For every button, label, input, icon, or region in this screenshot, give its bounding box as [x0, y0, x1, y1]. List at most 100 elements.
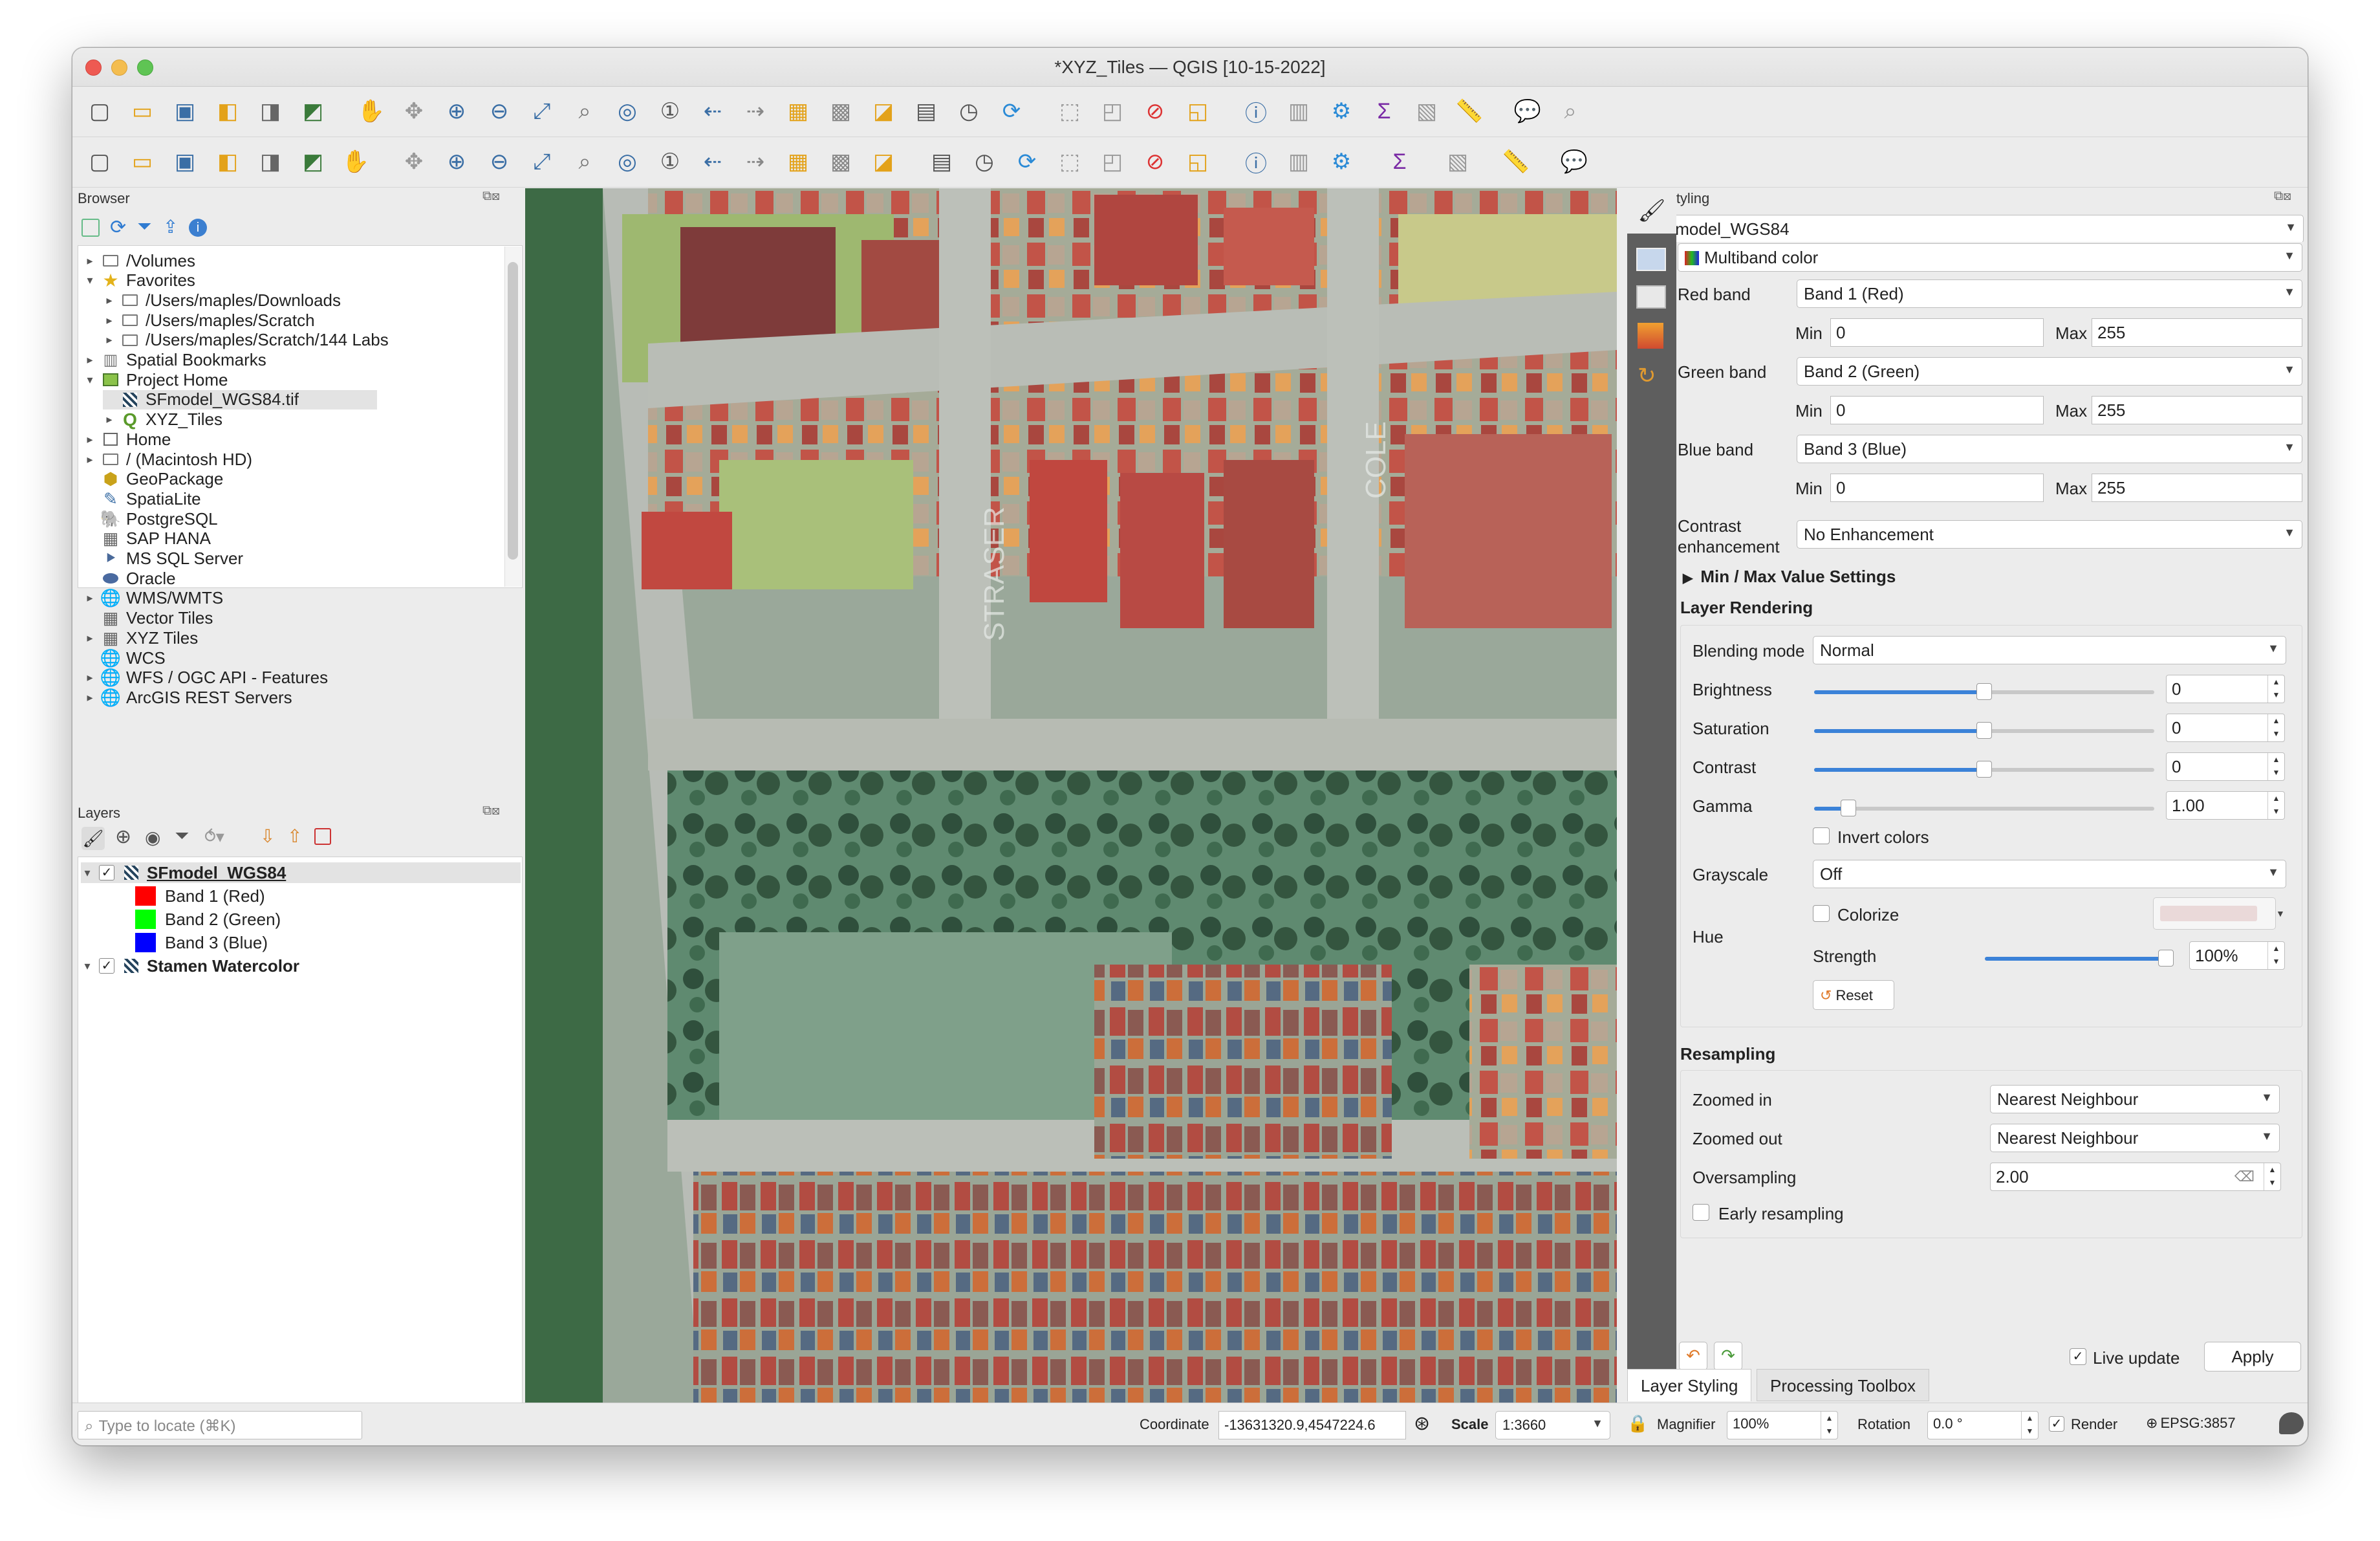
- green-min-input[interactable]: 0: [1830, 396, 2044, 424]
- zoom-native-icon[interactable]: ①: [653, 94, 687, 128]
- expand-arrow-icon[interactable]: ▸: [83, 433, 96, 446]
- zoom-out-icon[interactable]: ⊖: [482, 94, 516, 128]
- layer-selector[interactable]: SFmodel_WGS84 ▼: [1627, 215, 2304, 243]
- strength-slider-handle[interactable]: [2158, 950, 2174, 967]
- spin-arrows-icon[interactable]: ▲ ▼: [2264, 1163, 2280, 1190]
- layer-styling-controls[interactable]: ⧉⊠: [2274, 189, 2291, 204]
- collapse-arrow-icon[interactable]: ▾: [81, 866, 94, 880]
- digitize-icon[interactable]: ✥: [397, 145, 431, 179]
- add-layer-icon[interactable]: ▢: [83, 145, 116, 179]
- style-manager-icon[interactable]: ◩: [296, 94, 330, 128]
- remove-layer-icon[interactable]: [314, 828, 331, 845]
- gamma-slider[interactable]: [1814, 800, 2154, 816]
- map-canvas[interactable]: STRASER COLE: [525, 188, 1617, 1403]
- browser-item[interactable]: ✎ SpatiaLite: [83, 489, 201, 508]
- lock-scale-icon[interactable]: 🔒: [1627, 1414, 1648, 1434]
- blue-min-input[interactable]: 0: [1830, 474, 2044, 502]
- highlight-icon[interactable]: ▥: [1282, 145, 1315, 179]
- layer-visibility-checkbox[interactable]: ✓: [99, 958, 114, 974]
- contrast-enhancement-selector[interactable]: No Enhancement ▼: [1797, 520, 2302, 549]
- browser-item[interactable]: ▸ / (Macintosh HD): [83, 450, 252, 469]
- measure-icon[interactable]: 📏: [1453, 94, 1486, 128]
- collapse-arrow-icon[interactable]: ▾: [81, 959, 94, 973]
- browser-item[interactable]: ▸ 🌐 WFS / OGC API - Features: [83, 668, 328, 688]
- add-mesh-icon[interactable]: ◧: [211, 145, 244, 179]
- transparency-tab-icon[interactable]: [1636, 248, 1666, 271]
- deselect-icon[interactable]: ⊘: [1138, 94, 1172, 128]
- red-max-input[interactable]: 255: [2092, 318, 2302, 347]
- show-bookmarks-icon[interactable]: ▤: [909, 94, 943, 128]
- browser-item[interactable]: ⬢ GeoPackage: [83, 469, 224, 489]
- minmax-settings-toggle[interactable]: ▶ Min / Max Value Settings: [1683, 567, 1896, 587]
- processing-icon[interactable]: ⚙: [1325, 94, 1358, 128]
- contrast-spinbox[interactable]: 0 ▲ ▼: [2166, 752, 2285, 781]
- undo-style-button[interactable]: ↶: [1679, 1342, 1707, 1370]
- add-selected-icon[interactable]: [81, 219, 100, 237]
- live-update-checkbox[interactable]: ✓: [2070, 1348, 2086, 1365]
- diagram-icon[interactable]: ⓘ: [1239, 145, 1273, 179]
- browser-item[interactable]: 🌐 WCS: [83, 648, 166, 668]
- history-tab-icon[interactable]: ↻: [1638, 363, 1656, 389]
- expand-arrow-icon[interactable]: ▸: [83, 631, 96, 645]
- spin-arrows-icon[interactable]: ▲ ▼: [2267, 753, 2284, 780]
- expand-arrow-icon[interactable]: ▸: [83, 353, 96, 367]
- python-icon[interactable]: ▧: [1441, 145, 1475, 179]
- contrast-slider[interactable]: [1814, 761, 2154, 778]
- zoom-to-layer-icon[interactable]: ◎: [611, 94, 644, 128]
- spin-arrows-icon[interactable]: ▲ ▼: [2267, 942, 2284, 969]
- new-temp-layer-icon[interactable]: ◩: [296, 145, 330, 179]
- browser-item[interactable]: ▸ ▥ Spatial Bookmarks: [83, 350, 266, 370]
- vertex-tool-icon[interactable]: ⌕: [568, 145, 601, 179]
- filter-icon[interactable]: ⏷: [137, 216, 151, 237]
- browser-item[interactable]: ▦ Vector Tiles: [83, 608, 213, 628]
- scroll-thumb[interactable]: [508, 262, 518, 560]
- tab-processing-toolbox[interactable]: Processing Toolbox: [1757, 1369, 1929, 1401]
- grayscale-selector[interactable]: Off ▼: [1813, 860, 2286, 888]
- browser-item[interactable]: ⯈ MS SQL Server: [83, 549, 244, 569]
- messages-icon[interactable]: [2279, 1412, 2304, 1434]
- gamma-slider-handle[interactable]: [1840, 800, 1856, 816]
- map-tips-icon[interactable]: 💬: [1511, 94, 1544, 128]
- expand-arrow-icon[interactable]: ▸: [83, 671, 96, 684]
- browser-item[interactable]: ▸ /Volumes: [83, 251, 195, 270]
- label-abc-icon[interactable]: ⬚: [1053, 145, 1087, 179]
- strength-spinbox[interactable]: 100% ▲ ▼: [2189, 941, 2285, 970]
- browser-item[interactable]: ▸ Home: [83, 430, 171, 449]
- edit-pencil-icon[interactable]: ⊕: [440, 145, 473, 179]
- brightness-spinbox[interactable]: 0 ▲ ▼: [2166, 675, 2285, 703]
- pan-to-selection-icon[interactable]: ✥: [397, 94, 431, 128]
- layers-panel-controls[interactable]: ⧉⊠: [482, 803, 500, 818]
- blue-band-selector[interactable]: Band 3 (Blue) ▼: [1797, 435, 2302, 463]
- select-by-value-icon[interactable]: ◰: [1096, 94, 1129, 128]
- colorize-color-button[interactable]: [2153, 897, 2276, 930]
- browser-item[interactable]: ▸ 🌐 WMS/WMTS: [83, 588, 223, 608]
- zoomed-out-selector[interactable]: Nearest Neighbour ▼: [1990, 1124, 2280, 1152]
- filter-legend-icon[interactable]: ⏷: [175, 825, 189, 847]
- copy-icon[interactable]: ⇢: [739, 145, 772, 179]
- apply-button[interactable]: Apply: [2204, 1342, 2301, 1372]
- browser-item[interactable]: ▾ Project Home: [83, 370, 228, 389]
- collapse-all-icon[interactable]: ⇪: [163, 216, 178, 237]
- filter-expression-icon[interactable]: ⥀▾: [204, 827, 224, 847]
- cut-icon[interactable]: ⇠: [696, 145, 730, 179]
- pan-icon[interactable]: ✋: [354, 94, 388, 128]
- rotation-spinbox[interactable]: 0.0 ° ▲ ▼: [1927, 1411, 2039, 1439]
- spin-arrows-icon[interactable]: ▲ ▼: [2267, 792, 2284, 819]
- statistics-icon[interactable]: Σ: [1367, 94, 1401, 128]
- symbology-tab-icon[interactable]: 🖌: [1627, 188, 1676, 234]
- show-labels-icon[interactable]: ⟳: [1010, 145, 1044, 179]
- select-features-icon[interactable]: ⬚: [1053, 94, 1087, 128]
- rotate-label-icon[interactable]: ⊘: [1138, 145, 1172, 179]
- green-max-input[interactable]: 255: [2092, 396, 2302, 424]
- spin-arrows-icon[interactable]: ▲ ▼: [2267, 714, 2284, 741]
- expand-arrow-icon[interactable]: ▸: [103, 314, 116, 327]
- zoom-next-icon[interactable]: ⇢: [739, 94, 772, 128]
- collapse-arrow-icon[interactable]: ▾: [83, 274, 96, 287]
- pyramids-tab-icon[interactable]: [1638, 323, 1663, 349]
- coordinate-field[interactable]: -13631320.9,4547224.6: [1218, 1411, 1406, 1439]
- zoom-to-selection-icon[interactable]: ⌕: [568, 94, 601, 128]
- colorize-checkbox[interactable]: [1813, 905, 1830, 922]
- reset-button[interactable]: ↺ Reset: [1813, 980, 1894, 1010]
- legend-item[interactable]: Band 3 (Blue): [135, 932, 268, 953]
- blending-mode-selector[interactable]: Normal ▼: [1813, 636, 2286, 664]
